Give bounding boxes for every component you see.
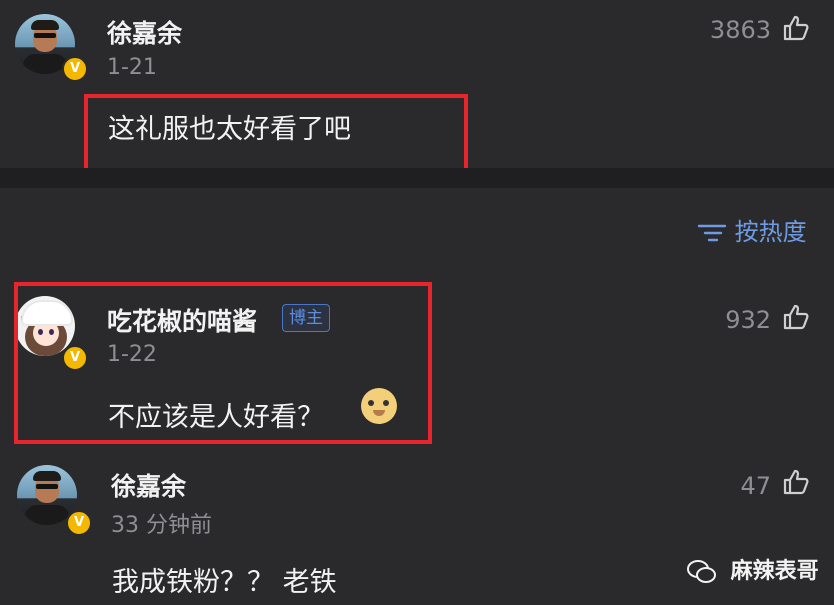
watermark: 麻辣表哥 <box>687 553 819 585</box>
highlight-box <box>14 282 432 444</box>
thumbs-up-icon[interactable] <box>782 468 810 496</box>
avatar-sunglasses <box>34 33 56 38</box>
avatar-figure <box>23 54 67 74</box>
watermark-label: 麻辣表哥 <box>730 559 819 584</box>
thumbs-up-icon[interactable] <box>782 14 810 42</box>
thumbs-up-icon[interactable] <box>782 303 810 331</box>
comment-date: 33 分钟前 <box>111 513 212 538</box>
like-count: 47 <box>740 472 771 500</box>
comment-username[interactable]: 徐嘉余 <box>107 14 182 50</box>
avatar-hair <box>33 471 61 481</box>
comment-username[interactable]: 徐嘉余 <box>111 467 186 503</box>
like-count: 3863 <box>709 16 771 44</box>
sort-label: 按热度 <box>734 218 807 246</box>
comment-date: 1-21 <box>107 55 157 80</box>
avatar-hair <box>31 20 59 30</box>
verified-badge-icon: V <box>66 510 92 536</box>
verified-badge-icon: V <box>62 56 88 82</box>
avatar-sunglasses <box>36 484 58 489</box>
comment-text: 我成铁粉？？ 老铁 <box>112 567 337 598</box>
sort-button[interactable]: 按热度 <box>697 212 807 247</box>
like-count: 932 <box>725 306 771 334</box>
section-divider <box>0 168 834 188</box>
avatar-figure <box>25 505 69 525</box>
sort-icon <box>697 224 727 242</box>
wechat-icon <box>687 560 716 583</box>
